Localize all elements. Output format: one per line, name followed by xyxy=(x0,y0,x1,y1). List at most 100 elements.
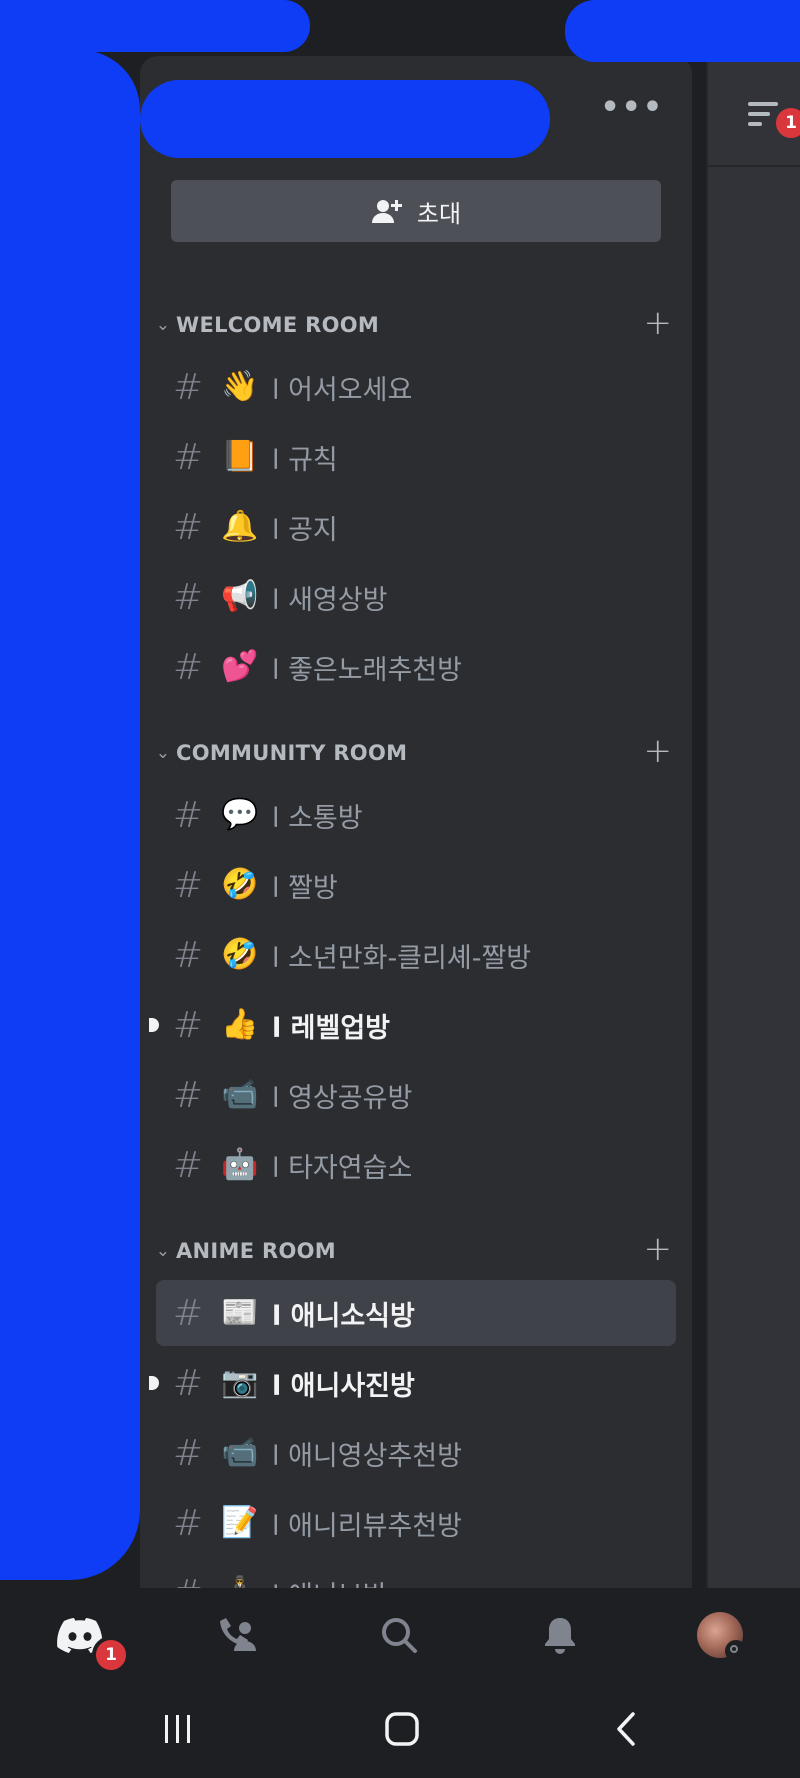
hash-icon: # xyxy=(172,1432,204,1474)
category-label: COMMUNITY ROOM xyxy=(176,741,408,765)
recents-button[interactable] xyxy=(148,1706,208,1752)
channel-item[interactable]: # 🤣 l 소년만화-클리셰-짤방 xyxy=(156,922,676,988)
category-label: WELCOME ROOM xyxy=(176,313,380,337)
add-channel-button[interactable]: + xyxy=(644,303,673,343)
hash-icon: # xyxy=(172,1074,204,1116)
channel-emoji: 📹 xyxy=(221,1435,259,1470)
channel-item-selected[interactable]: # 📰 l 애니소식방 xyxy=(156,1280,676,1346)
add-user-icon xyxy=(371,200,402,223)
chevron-down-icon: ⌄ xyxy=(155,1241,170,1261)
invite-button[interactable]: 초대 xyxy=(171,180,661,242)
channel-item[interactable]: # 📹 l 애니영상추천방 xyxy=(156,1420,676,1486)
channel-name: l 영상공유방 xyxy=(272,1082,413,1114)
channel-item[interactable]: # 📹 l 영상공유방 xyxy=(156,1062,676,1128)
hash-icon: # xyxy=(172,1144,204,1186)
channel-emoji: 📝 xyxy=(221,1505,259,1540)
channel-emoji: 📢 xyxy=(221,579,259,614)
member-list-badge: 1 xyxy=(772,104,800,142)
chat-pane: 1 xyxy=(706,56,800,1588)
channel-name: l 짤방 xyxy=(272,872,338,904)
category-welcome-room[interactable]: ⌄ WELCOME ROOM + xyxy=(140,303,692,345)
back-icon xyxy=(617,1712,635,1746)
hash-icon: # xyxy=(172,934,204,976)
channel-item-unread[interactable]: # 📷 l 애니사진방 xyxy=(149,1350,676,1416)
hash-icon: # xyxy=(172,366,204,408)
channel-emoji: 🤣 xyxy=(221,867,259,902)
hash-icon: # xyxy=(172,864,204,906)
channel-emoji: 👍 xyxy=(221,1007,259,1042)
chevron-down-icon: ⌄ xyxy=(155,743,170,763)
category-label: ANIME ROOM xyxy=(176,1239,336,1263)
channel-emoji: 📹 xyxy=(221,1077,259,1112)
search-icon xyxy=(382,1618,417,1653)
system-nav-bar xyxy=(0,1678,800,1778)
category-community-room[interactable]: ⌄ COMMUNITY ROOM + xyxy=(140,731,692,773)
hash-icon: # xyxy=(172,576,204,618)
channel-emoji: 📙 xyxy=(221,439,259,474)
channel-name: l 어서오세요 xyxy=(272,374,413,406)
bell-icon xyxy=(545,1618,575,1654)
add-channel-button[interactable]: + xyxy=(644,731,673,771)
channel-name: l 애니영상추천방 xyxy=(272,1440,462,1472)
hash-icon: # xyxy=(172,1004,204,1046)
channel-item[interactable]: # 📙 l 규칙 xyxy=(156,424,676,490)
recents-icon xyxy=(165,1715,190,1743)
hash-icon: # xyxy=(172,436,204,478)
channel-item[interactable]: # 👋 l 어서오세요 xyxy=(156,354,676,420)
hash-icon: # xyxy=(158,1573,218,1589)
home-icon xyxy=(385,1712,419,1746)
channel-name: l 규칙 xyxy=(272,444,338,476)
channel-item-unread[interactable]: # 👍 l 레벨업방 xyxy=(149,992,676,1058)
redaction-mark xyxy=(565,0,800,62)
divider xyxy=(706,165,800,167)
channel-name: l 새영상방 xyxy=(272,584,388,616)
channel-item[interactable]: # 🤖 l 타자연습소 xyxy=(156,1132,676,1198)
channel-name: l 레벨업방 xyxy=(272,1012,391,1044)
channel-name: l 애니소식방 xyxy=(272,1300,415,1332)
back-button[interactable] xyxy=(596,1706,656,1752)
hash-icon: # xyxy=(172,794,204,836)
channel-emoji: 🔔 xyxy=(221,509,259,544)
server-more-button[interactable]: ••• xyxy=(600,90,664,125)
channel-item[interactable]: # 🔔 l 공지 xyxy=(156,494,676,560)
redaction-mark xyxy=(0,50,140,1580)
home-badge: 1 xyxy=(92,1636,130,1674)
status-indicator xyxy=(725,1640,747,1662)
channel-name: l 애니리뷰추천방 xyxy=(272,1510,462,1542)
redaction-mark xyxy=(140,80,550,158)
channel-item[interactable]: # 💬 l 소통방 xyxy=(156,782,676,848)
channel-emoji: 📷 xyxy=(221,1365,259,1400)
channel-emoji: 💕 xyxy=(221,649,259,684)
channel-emoji: 🤣 xyxy=(221,937,259,972)
search-tab[interactable] xyxy=(374,1610,424,1660)
friends-tab[interactable] xyxy=(212,1610,262,1660)
channel-name: l 소년만화-클리셰-짤방 xyxy=(272,942,532,974)
channel-name: l 공지 xyxy=(272,514,338,546)
channel-item[interactable]: # 📢 l 새영상방 xyxy=(156,564,676,630)
add-channel-button[interactable]: + xyxy=(644,1229,673,1269)
hash-icon: # xyxy=(172,506,204,548)
avatar[interactable] xyxy=(697,1612,747,1662)
channel-item[interactable]: # 🕴 l 애니보방 xyxy=(156,1560,676,1589)
channel-emoji: 🕴 xyxy=(218,1578,262,1589)
chevron-down-icon: ⌄ xyxy=(155,315,170,335)
channel-name: l 애니보방 xyxy=(272,1574,387,1589)
channel-emoji: 👋 xyxy=(221,369,259,404)
channel-list-panel: ••• 초대 ⌄ WELCOME ROOM + # 👋 l 어서오세요 # 📙 … xyxy=(140,56,692,1588)
channel-name: l 좋은노래추천방 xyxy=(272,654,462,686)
channel-name: l 타자연습소 xyxy=(272,1152,413,1184)
channel-item[interactable]: # 📝 l 애니리뷰추천방 xyxy=(156,1490,676,1556)
notifications-tab[interactable] xyxy=(535,1610,585,1660)
friends-icon xyxy=(220,1618,256,1651)
channel-emoji: 🤖 xyxy=(221,1147,259,1182)
category-anime-room[interactable]: ⌄ ANIME ROOM + xyxy=(140,1229,692,1271)
invite-button-label: 초대 xyxy=(416,199,462,228)
channel-emoji: 💬 xyxy=(221,797,259,832)
channel-name: l 애니사진방 xyxy=(272,1370,415,1402)
hash-icon: # xyxy=(172,1362,204,1404)
home-button[interactable] xyxy=(372,1706,432,1752)
channel-item[interactable]: # 🤣 l 짤방 xyxy=(156,852,676,918)
divider xyxy=(706,56,708,1588)
channel-item[interactable]: # 💕 l 좋은노래추천방 xyxy=(156,634,676,700)
hash-icon: # xyxy=(172,1502,204,1544)
